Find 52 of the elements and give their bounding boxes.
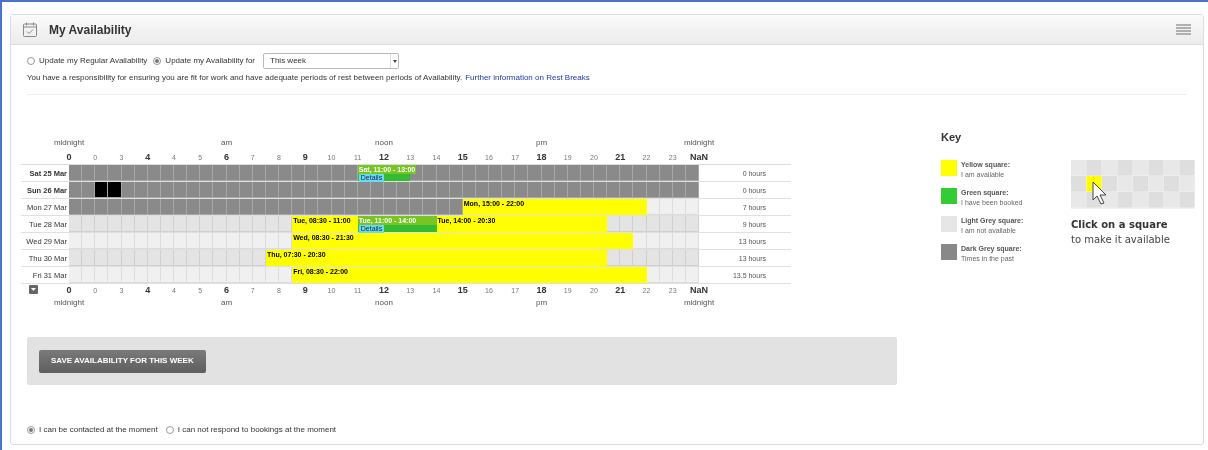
hint-title: Click on a square <box>1071 217 1169 232</box>
period-label: pm <box>535 137 548 149</box>
save-availability-button[interactable]: SAVE AVAILABILITY FOR THIS WEEK <box>39 349 206 373</box>
hour-tick-label: 4 <box>145 284 151 297</box>
period-label: midnight <box>683 297 715 309</box>
collapse-button[interactable] <box>29 285 38 294</box>
hour-tick-label: 18 <box>536 151 547 164</box>
radio-button[interactable] <box>27 57 35 65</box>
period-label: pm <box>535 297 548 309</box>
radio-button[interactable] <box>153 57 162 65</box>
dropdown-arrow-icon <box>390 54 399 68</box>
hour-tick-label: 0 <box>66 151 72 164</box>
hour-tick-label: 9 <box>302 151 308 164</box>
key-title: Key <box>941 130 963 145</box>
hour-tick-label: NaN <box>690 284 708 297</box>
radio-label[interactable]: Update my Availability for <box>165 55 256 67</box>
time-slot[interactable] <box>95 182 109 198</box>
hour-tick-label: 12 <box>379 284 389 297</box>
radio-button[interactable] <box>165 426 174 434</box>
hour-tick-label: 9 <box>302 284 308 297</box>
period-label: am <box>220 297 233 309</box>
period-label: midnight <box>683 137 715 149</box>
hour-tick-label: 6 <box>224 151 229 164</box>
period-label: am <box>220 137 233 149</box>
period-label: noon <box>375 137 393 149</box>
radio-label[interactable]: Update my Regular Availability <box>39 55 148 67</box>
period-label: midnight <box>53 137 85 149</box>
time-slot[interactable] <box>82 182 96 198</box>
menu-icon[interactable] <box>1176 24 1191 35</box>
radio-label[interactable]: I can not respond to bookings at the moment <box>177 424 337 436</box>
period-label: midnight <box>53 297 85 309</box>
hour-tick-label: 4 <box>145 151 151 164</box>
period-dropdown[interactable]: This week <box>263 53 400 69</box>
hour-tick-label: 21 <box>615 151 626 164</box>
notice-text: You have a responsibility for ensuring you are fit for work and have adequate periods of rest between periods of Availability. <box>27 72 463 84</box>
hour-tick-label: NaN <box>690 151 708 164</box>
calendar-icon <box>23 22 37 37</box>
period-label: noon <box>375 297 393 309</box>
hour-tick-label: 6 <box>224 284 229 297</box>
rest-breaks-link[interactable]: Further information on Rest Breaks <box>465 72 590 84</box>
hint-text: to make it available <box>1071 232 1171 247</box>
hour-tick-label: 15 <box>457 151 468 164</box>
hour-tick-label: 12 <box>379 151 389 164</box>
hour-tick-label: 18 <box>536 284 547 297</box>
caret-icon <box>31 288 36 291</box>
hour-tick-label: 15 <box>457 284 468 297</box>
hour-tick-label: 0 <box>66 284 72 297</box>
radio-label[interactable]: I can be contacted at the moment <box>39 424 158 436</box>
panel-title: My Availability <box>49 21 132 39</box>
time-slot[interactable] <box>108 182 122 198</box>
radio-button[interactable] <box>27 426 35 434</box>
hour-tick-label: 21 <box>615 284 626 297</box>
